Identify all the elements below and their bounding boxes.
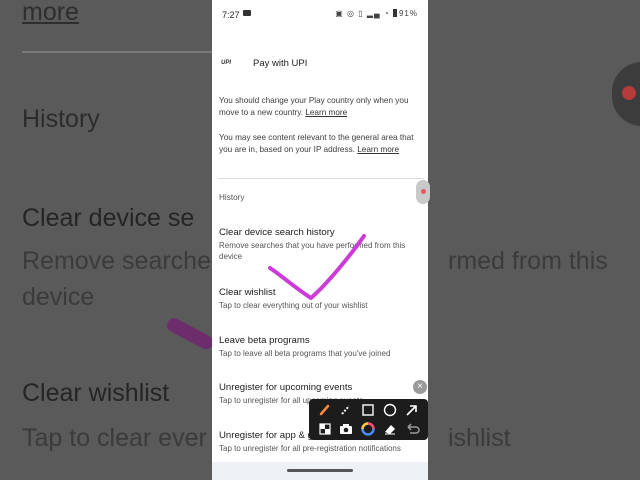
rectangle-icon[interactable] [358,401,378,419]
item-title: Clear wishlist [219,287,276,298]
background-left: more History Clear device se Remove sear… [0,0,223,480]
mosaic-icon[interactable] [315,420,335,438]
learn-more-link[interactable]: Learn more [357,145,399,154]
learn-more-link[interactable]: Learn more [305,108,347,117]
battery-percent: 91% [398,9,418,18]
arrow-icon[interactable] [402,401,422,419]
color-picker-icon[interactable] [358,420,378,438]
section-divider [218,178,424,179]
upi-logo: UPI [221,60,232,66]
bg-tap-to-clear: Tap to clear ever [22,424,207,452]
pen-icon[interactable] [315,401,335,419]
status-bar: 7:27 ▣ ◎ ▯ ▂▄ ◔ 91% [212,0,428,28]
status-icons: ▣ ◎ ▯ ▂▄ ◔ 91% [335,9,418,18]
alarm-icon: ◎ [346,9,355,18]
notice-ip-address: You may see content relevant to the gene… [219,132,423,156]
bg-clear-wishlist: Clear wishlist [22,379,170,407]
bg-history-heading: History [22,105,100,133]
item-subtitle: Tap to leave all beta programs that you'… [219,349,391,358]
camera-icon[interactable] [336,420,356,438]
close-toolbar-button[interactable]: × [413,380,427,394]
cast-icon: ▣ [335,9,344,18]
status-time: 7:27 [222,10,240,20]
item-subtitle: Tap to unregister for all pre-registrati… [219,444,401,453]
bg-remove-searches: Remove searches [22,247,224,275]
wifi-icon: ◔ [383,9,390,18]
circle-icon[interactable] [380,401,400,419]
vibrate-icon: ▯ [358,9,364,18]
annotation-toolbar [309,399,428,440]
bg-divider [22,51,212,53]
clear-search-history-item[interactable]: Clear device search history Remove searc… [219,226,425,262]
eraser-icon[interactable] [380,420,400,438]
video-camera-icon [243,10,251,16]
item-title: Leave beta programs [219,335,310,346]
notice-change-country: You should change your Play country only… [219,95,423,119]
pay-with-upi-row[interactable]: UPI Pay with UPI [212,52,428,76]
background-right: rmed from this ishlist [428,0,640,480]
bg-right-rmed: rmed from this [448,247,608,275]
leave-beta-programs-item[interactable]: Leave beta programs Tap to leave all bet… [219,334,425,359]
item-subtitle: Remove searches that you have performed … [219,241,406,261]
home-gesture-bar[interactable] [287,469,353,472]
pay-with-upi-label: Pay with UPI [253,58,308,69]
clear-wishlist-item[interactable]: Clear wishlist Tap to clear everything o… [219,286,425,311]
bg-right-wishlist: ishlist [448,424,511,452]
item-title: Unregister for upcoming events [219,382,353,393]
screen-recorder-side-tab[interactable] [416,180,430,204]
history-section-heading: History [219,193,245,202]
battery-icon [392,9,397,17]
highlighter-icon[interactable] [336,401,356,419]
item-subtitle: Tap to clear everything out of your wish… [219,301,368,310]
item-title: Clear device search history [219,227,335,238]
signal-icon: ▂▄ [366,9,381,18]
bg-device: device [22,283,95,311]
bg-clear-search-title: Clear device se [22,204,195,232]
undo-icon[interactable] [402,420,422,438]
bg-more-link: more [22,0,79,26]
